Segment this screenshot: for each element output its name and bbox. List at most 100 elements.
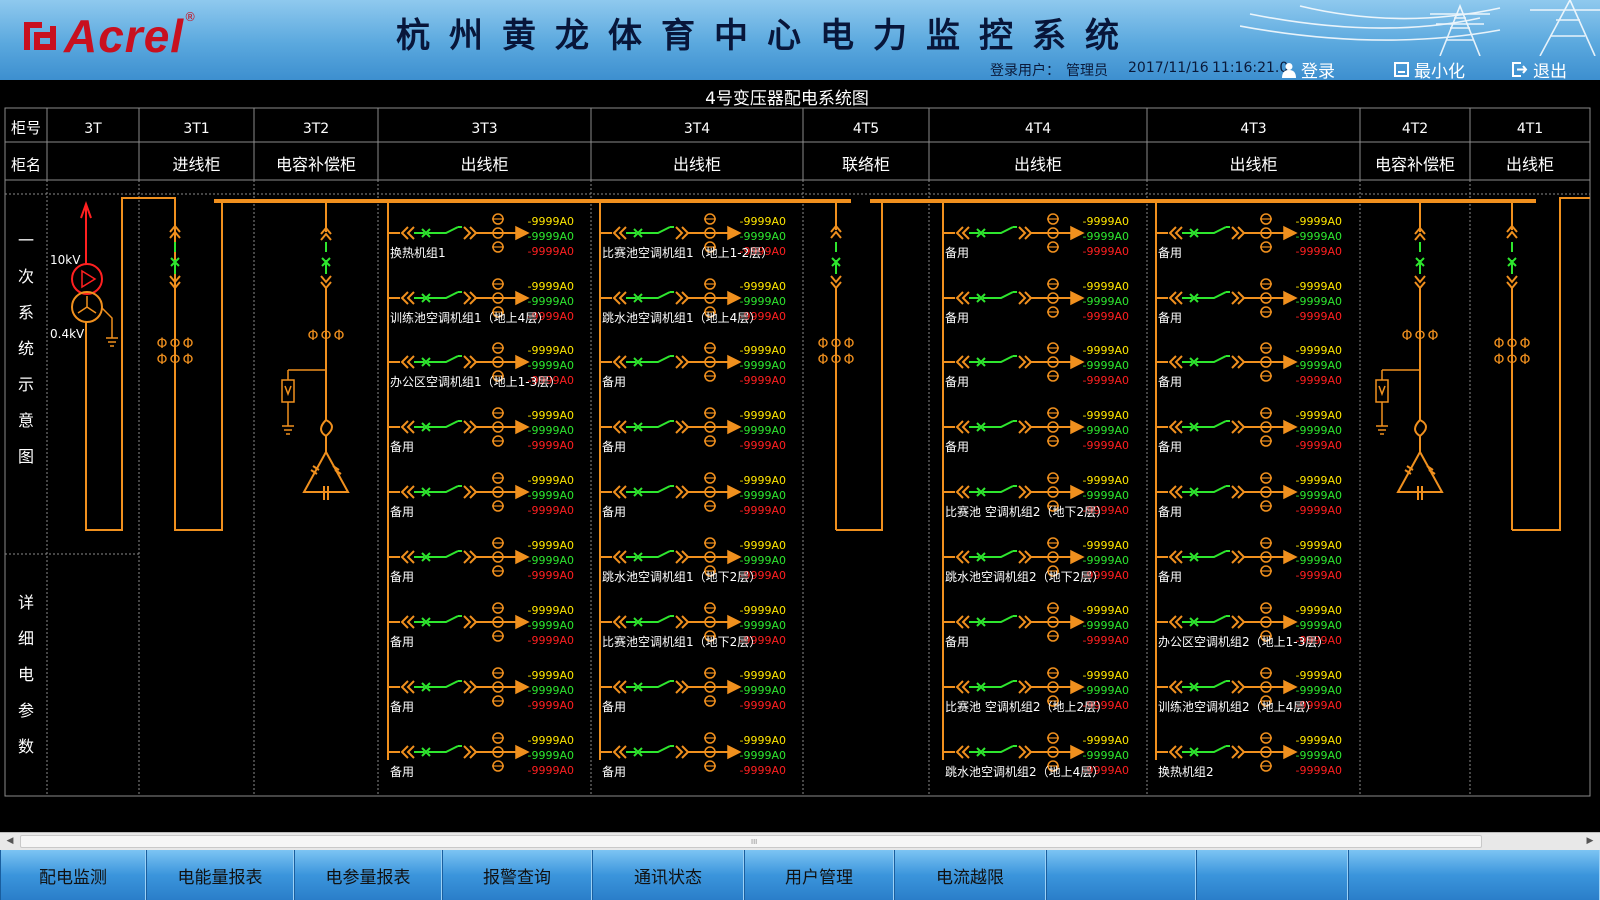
meter-ic: -9999A0 <box>740 699 787 712</box>
withdrawable-contact <box>675 745 690 759</box>
breaker <box>626 487 646 497</box>
feeder-label: 换热机组1 <box>390 246 446 260</box>
feeder-label: 备用 <box>602 375 626 389</box>
withdrawable-contact <box>1168 355 1183 369</box>
meter-ib: -9999A0 <box>740 295 787 308</box>
user-icon <box>1282 62 1296 78</box>
scroll-thumb[interactable]: III <box>20 835 1482 848</box>
side-label-char: 细 <box>18 629 34 648</box>
ct-symbol: Φ <box>843 352 854 368</box>
cabinet-name: 出线柜 <box>1014 155 1062 174</box>
exit-icon <box>1512 62 1528 77</box>
meter-ic: -9999A0 <box>528 699 575 712</box>
meter-ia: -9999A0 <box>528 280 575 293</box>
ct-4t5: Φ Φ ΦΦ Φ Φ <box>817 336 854 368</box>
cabinet-name: 联络柜 <box>842 155 890 174</box>
cabinet-name: 出线柜 <box>1506 155 1554 174</box>
feeder-label: 备用 <box>390 635 414 649</box>
withdrawable-contact <box>1168 550 1183 564</box>
scroll-left-icon[interactable]: ◀ <box>1 833 19 850</box>
withdrawable-contact <box>1018 615 1033 629</box>
withdrawable-contact <box>955 226 970 240</box>
nav-user-management[interactable]: 用户管理 <box>744 850 894 900</box>
outgoing-arrow <box>727 354 742 370</box>
cabinet-name: 出线柜 <box>673 155 721 174</box>
disconnector <box>434 550 459 558</box>
withdrawable-contact <box>955 615 970 629</box>
outgoing-arrow <box>727 225 742 241</box>
outgoing-arrow <box>1070 614 1085 630</box>
withdrawable-contact <box>463 550 478 564</box>
scroll-right-icon[interactable]: ▶ <box>1581 833 1599 850</box>
feeder-label: 办公区空调机组1（地上1-3层） <box>390 374 561 389</box>
cabinet-4t2-capacitor: ΦΦΦ <box>1375 201 1444 500</box>
disconnector <box>434 420 459 428</box>
feeder-row: -9999A0 -9999A0 -9999A0 备用 <box>1156 278 1342 325</box>
breaker <box>626 357 646 367</box>
feeder-label: 备用 <box>1158 505 1182 519</box>
side-label-char: 数 <box>18 737 34 756</box>
withdrawable-contact <box>1018 550 1033 564</box>
feeder-label: 备用 <box>390 570 414 584</box>
login-button[interactable]: 登录 <box>1282 57 1335 80</box>
meter-ia: -9999A0 <box>1083 474 1130 487</box>
meter-ia: -9999A0 <box>1083 409 1130 422</box>
user-name: 管理员 <box>1066 63 1108 79</box>
nav-parameter-report[interactable]: 电参量报表 <box>294 850 442 900</box>
ct-symbol: Φ <box>333 328 344 344</box>
side-label-char: 一 <box>18 231 34 250</box>
meter-ia: -9999A0 <box>740 669 787 682</box>
withdrawable-contact <box>1168 226 1183 240</box>
withdrawable-contact <box>955 550 970 564</box>
meter-ib: -9999A0 <box>1296 489 1343 502</box>
minimize-label: 最小化 <box>1414 62 1465 80</box>
nav-empty-1[interactable] <box>1046 850 1196 900</box>
withdrawable-contact <box>1231 745 1246 759</box>
ct-symbol: Φ <box>817 352 828 368</box>
nav-comm-status[interactable]: 通讯状态 <box>592 850 744 900</box>
outgoing-arrow <box>1283 614 1298 630</box>
meter-ib: -9999A0 <box>528 489 575 502</box>
meter-ia: -9999A0 <box>740 215 787 228</box>
outgoing-arrow <box>727 484 742 500</box>
horizontal-scrollbar[interactable]: ◀ III ▶ <box>0 832 1600 850</box>
breaker <box>414 422 434 432</box>
withdrawable-contact <box>1018 485 1033 499</box>
arrester <box>1375 379 1389 403</box>
feeder-row: -9999A0-9999A0-9999A0比赛池 空调机组2（地下2层） <box>943 472 1130 519</box>
meter-ib: -9999A0 <box>528 749 575 762</box>
withdrawable-contact <box>1231 485 1246 499</box>
meter-ia: -9999A0 <box>740 474 787 487</box>
exit-button[interactable]: 退出 <box>1512 57 1567 80</box>
nav-energy-report[interactable]: 电能量报表 <box>146 850 294 900</box>
breaker <box>626 552 646 562</box>
ct-symbol: Φ <box>830 336 841 352</box>
withdrawable-contact <box>1231 615 1246 629</box>
outgoing-arrow <box>1070 484 1085 500</box>
outgoing-arrow <box>1070 679 1085 695</box>
breaker <box>969 422 989 432</box>
feeder-label: 比赛池 空调机组2（地上2层） <box>945 699 1108 714</box>
side-label-char: 参 <box>18 701 34 720</box>
ct-symbol: Φ <box>1427 328 1438 344</box>
system-title: 杭州黄龙体育中心电力监控系统 <box>396 16 1138 56</box>
meter-ic: -9999A0 <box>528 634 575 647</box>
outgoing-arrow <box>727 549 742 565</box>
nav-empty-2[interactable] <box>1196 850 1348 900</box>
outgoing-arrow <box>1283 679 1298 695</box>
disconnector <box>1202 745 1227 753</box>
feeder-row: -9999A0-9999A0-9999A0办公区空调机组1（地上1-3层） <box>388 342 574 389</box>
disconnector <box>1202 291 1227 299</box>
disconnector <box>989 226 1014 234</box>
withdrawable-contact <box>1231 291 1246 305</box>
meter-ic: -9999A0 <box>1083 245 1130 258</box>
minimize-button[interactable]: 最小化 <box>1394 57 1465 80</box>
nav-current-limit[interactable]: 电流越限 <box>894 850 1046 900</box>
disconnector <box>646 420 671 428</box>
nav-alarm-query[interactable]: 报警查询 <box>442 850 592 900</box>
feeder-label: 备用 <box>602 440 626 454</box>
nav-distribution-monitor[interactable]: 配电监测 <box>0 850 146 900</box>
disconnector <box>434 291 459 299</box>
nav-empty-3[interactable] <box>1348 850 1600 900</box>
withdrawable-contact <box>675 226 690 240</box>
